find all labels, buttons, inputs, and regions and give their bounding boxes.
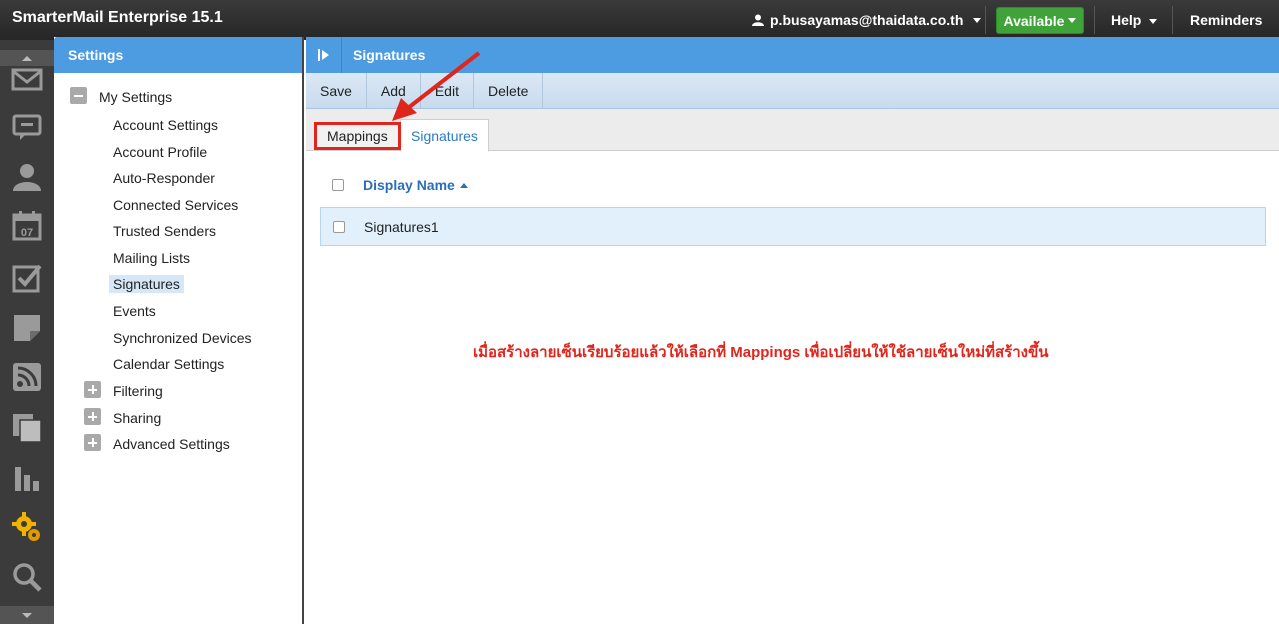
page-title: Signatures (353, 47, 426, 63)
chevron-down-icon (1068, 18, 1077, 23)
toolbar: Save Add Edit Delete (306, 73, 1279, 109)
tree-item-signatures-label: Signatures (109, 275, 184, 293)
reports-icon[interactable] (10, 460, 44, 494)
tasks-icon[interactable] (10, 260, 44, 294)
files-icon[interactable] (10, 410, 44, 444)
expand-icon[interactable] (84, 434, 101, 451)
chevron-down-icon (973, 17, 982, 23)
signatures-grid: Display Name Signatures1 (320, 169, 1266, 246)
calendar-icon[interactable]: 07 (10, 208, 44, 242)
tab-signatures[interactable]: Signatures (400, 119, 489, 152)
sort-ascending-icon (459, 182, 468, 188)
rail-scroll-down[interactable] (0, 606, 54, 624)
divider (1094, 6, 1095, 34)
annotation-text: เมื่อสร้างลายเซ็นเรียบร้อยแล้วให้เลือกที… (473, 344, 1049, 361)
tree-item-events[interactable]: Events (113, 303, 156, 319)
tree-item-auto-responder[interactable]: Auto-Responder (113, 170, 215, 186)
collapse-panel-button[interactable] (306, 37, 342, 73)
tree-item-trusted-senders[interactable]: Trusted Senders (113, 223, 216, 239)
calendar-day: 07 (21, 227, 33, 239)
expand-icon[interactable] (84, 381, 101, 398)
expand-icon[interactable] (84, 408, 101, 425)
tab-mappings[interactable]: Mappings (314, 122, 401, 150)
status-button[interactable]: Available (996, 7, 1084, 34)
app-title: SmarterMail Enterprise 15.1 (12, 9, 223, 26)
save-button[interactable]: Save (306, 73, 367, 108)
tree-group-sharing[interactable]: Sharing (113, 410, 161, 426)
user-menu[interactable]: p.busayamas@thaidata.co.th (752, 12, 982, 28)
settings-panel-title: Settings (54, 37, 302, 73)
tree-item-synchronized-devices[interactable]: Synchronized Devices (113, 330, 252, 346)
tab-bar: Signatures (306, 109, 1279, 152)
status-label: Available (1003, 12, 1065, 29)
mail-icon[interactable] (10, 62, 44, 96)
help-label: Help (1111, 12, 1142, 28)
settings-panel: Settings My Settings Account Settings Ac… (54, 37, 304, 624)
add-button[interactable]: Add (367, 73, 421, 108)
chat-icon[interactable] (10, 110, 44, 144)
search-icon[interactable] (10, 560, 44, 594)
delete-button[interactable]: Delete (474, 73, 544, 108)
tree-item-account-settings[interactable]: Account Settings (113, 117, 218, 133)
tree-item-mailing-lists[interactable]: Mailing Lists (113, 250, 190, 266)
divider (985, 6, 986, 34)
collapse-icon[interactable] (70, 87, 87, 104)
tree-root-my-settings[interactable]: My Settings (99, 89, 172, 105)
notes-icon[interactable] (10, 310, 44, 344)
tree-group-filtering[interactable]: Filtering (113, 383, 163, 399)
reminders-button[interactable]: Reminders (1190, 12, 1262, 28)
column-display-name-label: Display Name (363, 177, 455, 193)
row-display-name: Signatures1 (364, 218, 439, 235)
tree-item-account-profile[interactable]: Account Profile (113, 144, 207, 160)
divider (1172, 6, 1173, 34)
rss-icon[interactable] (10, 360, 44, 394)
column-display-name[interactable]: Display Name (363, 177, 468, 193)
user-icon (752, 14, 764, 26)
help-menu[interactable]: Help (1111, 12, 1158, 28)
tree-item-calendar-settings[interactable]: Calendar Settings (113, 356, 224, 372)
tree-item-signatures[interactable]: Signatures (109, 275, 184, 293)
select-all-checkbox[interactable] (332, 179, 344, 191)
main-content: Signatures Save Add Edit Delete Signatur… (306, 37, 1279, 624)
chevron-down-icon (1149, 18, 1158, 24)
tree-item-connected-services[interactable]: Connected Services (113, 197, 238, 213)
user-email: p.busayamas@thaidata.co.th (770, 12, 964, 28)
settings-icon[interactable] (10, 510, 44, 544)
edit-button[interactable]: Edit (421, 73, 474, 108)
app-rail: 07 (0, 40, 54, 624)
contacts-icon[interactable] (10, 160, 44, 194)
tree-group-advanced-settings[interactable]: Advanced Settings (113, 436, 230, 452)
grid-header: Display Name (320, 169, 1266, 201)
table-row[interactable]: Signatures1 (320, 207, 1266, 246)
chevron-up-icon (22, 55, 32, 61)
row-checkbox[interactable] (333, 220, 345, 233)
main-header: Signatures (306, 37, 1279, 73)
chevron-down-icon (22, 612, 32, 618)
top-bar: SmarterMail Enterprise 15.1 p.busayamas@… (0, 0, 1279, 40)
collapse-left-icon (317, 49, 329, 61)
